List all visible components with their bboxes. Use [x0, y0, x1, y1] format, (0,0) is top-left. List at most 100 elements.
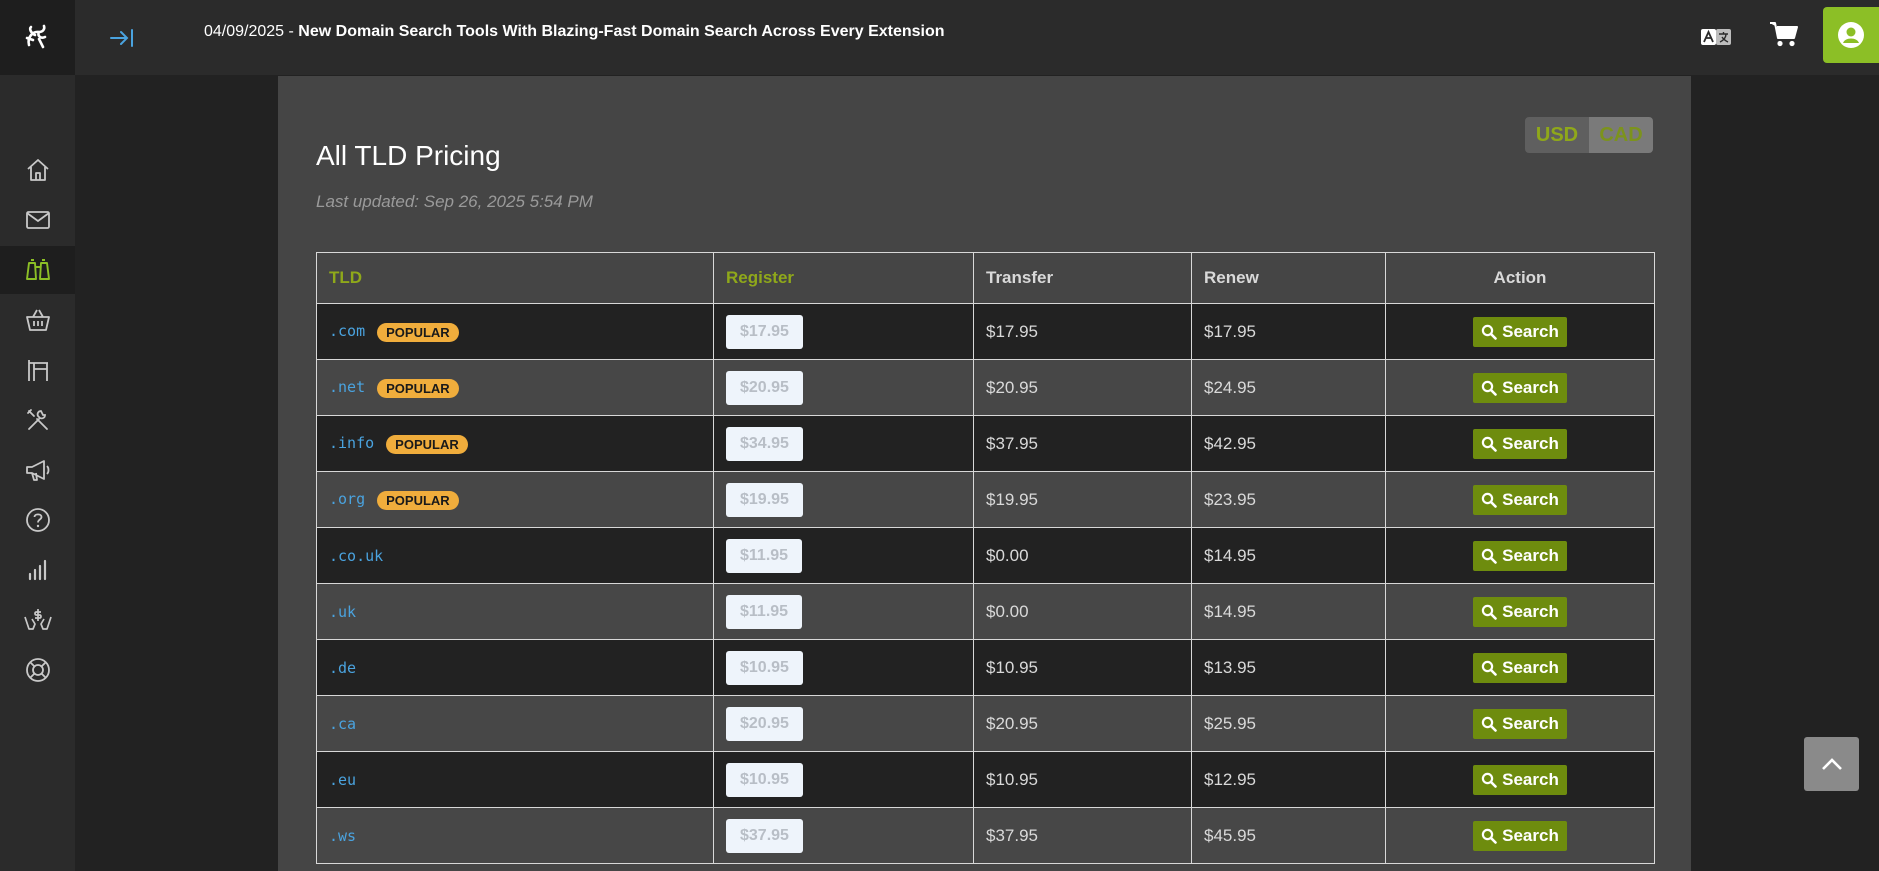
logo[interactable] — [0, 0, 75, 75]
action-cell: Search — [1385, 639, 1655, 696]
search-button[interactable]: Search — [1473, 316, 1567, 347]
sidebar-item-shop[interactable] — [0, 296, 75, 344]
register-price-button[interactable]: $20.95 — [726, 370, 803, 405]
table-header-row: TLD Register Transfer Renew Action — [316, 252, 1655, 304]
header-transfer[interactable]: Transfer — [973, 252, 1192, 304]
action-cell: Search — [1385, 807, 1655, 864]
register-price-button[interactable]: $20.95 — [726, 706, 803, 741]
tld-link[interactable]: .co.uk — [329, 547, 383, 565]
transfer-price: $20.95 — [973, 695, 1192, 752]
search-label: Search — [1502, 321, 1559, 341]
user-avatar-icon — [1838, 22, 1864, 48]
header-register[interactable]: Register — [713, 252, 974, 304]
hands-dollar-icon — [23, 609, 52, 630]
main-panel: All TLD Pricing Last updated: Sep 26, 20… — [278, 76, 1691, 871]
renew-price: $13.95 — [1191, 639, 1386, 696]
renew-price: $45.95 — [1191, 807, 1386, 864]
announcement-date: 04/09/2025 - — [204, 23, 299, 40]
header-renew[interactable]: Renew — [1191, 252, 1386, 304]
scroll-to-top-button[interactable] — [1804, 737, 1859, 791]
sidebar-item-marketing[interactable] — [0, 446, 75, 494]
account-button[interactable] — [1823, 7, 1879, 63]
register-price-button[interactable]: $10.95 — [726, 762, 803, 797]
tld-link[interactable]: .ca — [329, 715, 356, 733]
tld-link[interactable]: .com — [329, 322, 365, 340]
search-button[interactable]: Search — [1473, 708, 1567, 739]
logo-icon — [25, 24, 46, 48]
register-cell: $17.95 — [713, 303, 974, 360]
register-price-button[interactable]: $10.95 — [726, 650, 803, 685]
search-button[interactable]: Search — [1473, 652, 1567, 683]
top-bar: 04/09/2025 - New Domain Search Tools Wit… — [0, 0, 1879, 75]
sidebar-item-home[interactable] — [0, 146, 75, 194]
register-price-button[interactable]: $19.95 — [726, 482, 803, 517]
search-label: Search — [1502, 601, 1559, 621]
cart-button[interactable] — [1764, 14, 1804, 54]
chevron-up-icon — [1821, 758, 1842, 770]
mail-icon — [25, 211, 50, 229]
language-button[interactable] — [1696, 20, 1736, 54]
transfer-price: $19.95 — [973, 471, 1192, 528]
register-price-button[interactable]: $11.95 — [726, 538, 803, 573]
currency-cad-button[interactable]: CAD — [1589, 117, 1653, 153]
last-updated: Last updated: Sep 26, 2025 5:54 PM — [316, 192, 593, 211]
search-button[interactable]: Search — [1473, 820, 1567, 851]
action-cell: Search — [1385, 695, 1655, 752]
currency-usd-button[interactable]: USD — [1525, 117, 1589, 153]
sidebar-item-affiliates[interactable] — [0, 596, 75, 644]
announcement[interactable]: 04/09/2025 - New Domain Search Tools Wit… — [204, 23, 945, 41]
announcement-headline[interactable]: New Domain Search Tools With Blazing-Fas… — [298, 23, 944, 40]
sidebar-item-tools[interactable] — [0, 396, 75, 444]
sidebar-item-help[interactable] — [0, 496, 75, 544]
register-price-button[interactable]: $11.95 — [726, 594, 803, 629]
header-action: Action — [1385, 252, 1655, 304]
search-icon — [1481, 660, 1497, 676]
tld-cell: .ca — [316, 695, 714, 752]
renew-price: $17.95 — [1191, 303, 1386, 360]
tools-icon — [26, 409, 48, 430]
search-icon — [1481, 380, 1497, 396]
tld-cell: .org POPULAR — [316, 471, 714, 528]
header-tld[interactable]: TLD — [316, 252, 714, 304]
table-row: .co.uk $11.95 $0.00 $14.95 Search — [316, 527, 1655, 584]
table-row: .ws $37.95 $37.95 $45.95 Search — [316, 807, 1655, 864]
popular-badge: POPULAR — [377, 322, 459, 342]
search-label: Search — [1502, 657, 1559, 677]
tld-link[interactable]: .net — [329, 378, 365, 396]
table-row: .net POPULAR $20.95 $20.95 $24.95 Search — [316, 359, 1655, 416]
sidebar-toggle-button[interactable] — [104, 20, 140, 56]
register-cell: $10.95 — [713, 639, 974, 696]
sidebar-item-hosting[interactable] — [0, 346, 75, 394]
register-cell: $37.95 — [713, 807, 974, 864]
search-icon — [1481, 828, 1497, 844]
search-button[interactable]: Search — [1473, 540, 1567, 571]
search-button[interactable]: Search — [1473, 372, 1567, 403]
help-icon — [25, 508, 50, 532]
search-button[interactable]: Search — [1473, 484, 1567, 515]
sidebar-item-domains[interactable] — [0, 246, 75, 294]
sidebar-item-stats[interactable] — [0, 546, 75, 594]
tld-pricing-table: TLD Register Transfer Renew Action .com P… — [316, 252, 1655, 864]
tld-link[interactable]: .uk — [329, 603, 356, 621]
tld-link[interactable]: .ws — [329, 827, 356, 845]
sidebar-item-mail[interactable] — [0, 196, 75, 244]
search-label: Search — [1502, 713, 1559, 733]
register-price-button[interactable]: $34.95 — [726, 426, 803, 461]
register-price-button[interactable]: $37.95 — [726, 818, 803, 853]
action-cell: Search — [1385, 359, 1655, 416]
search-icon — [1481, 436, 1497, 452]
register-price-button[interactable]: $17.95 — [726, 314, 803, 349]
tld-link[interactable]: .eu — [329, 771, 356, 789]
search-button[interactable]: Search — [1473, 764, 1567, 795]
action-cell: Search — [1385, 303, 1655, 360]
tld-link[interactable]: .org — [329, 490, 365, 508]
tld-link[interactable]: .de — [329, 659, 356, 677]
search-button[interactable]: Search — [1473, 596, 1567, 627]
sidebar-item-support[interactable] — [0, 646, 75, 694]
home-icon — [26, 159, 49, 181]
search-button[interactable]: Search — [1473, 428, 1567, 459]
transfer-price: $10.95 — [973, 639, 1192, 696]
table-row: .de $10.95 $10.95 $13.95 Search — [316, 639, 1655, 696]
transfer-price: $20.95 — [973, 359, 1192, 416]
tld-link[interactable]: .info — [329, 434, 374, 452]
